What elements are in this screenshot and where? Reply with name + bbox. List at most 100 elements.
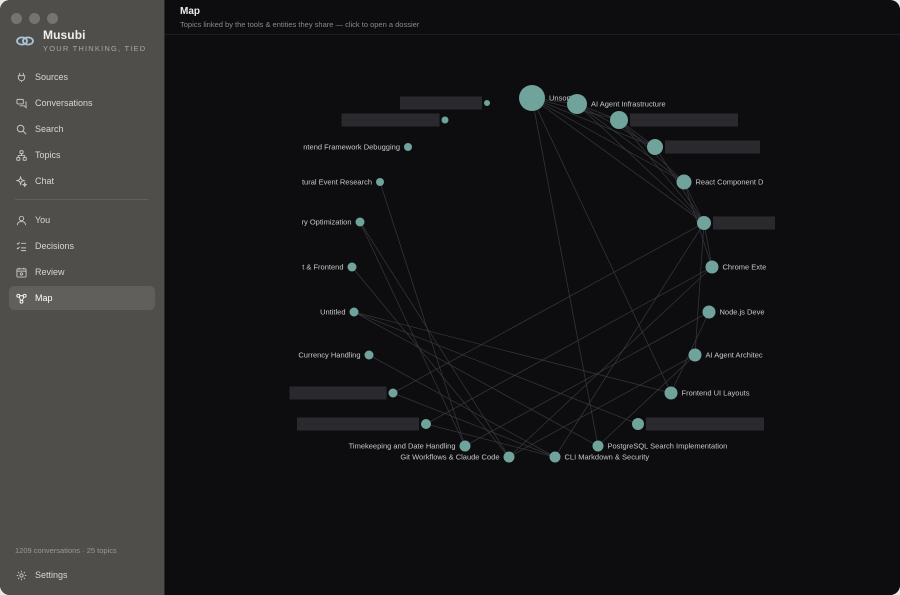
topic-node-dot[interactable] — [610, 111, 628, 129]
topic-node-dot[interactable] — [688, 348, 702, 362]
topic-node-dot[interactable] — [503, 451, 515, 463]
topic-node-r11[interactable] — [632, 417, 764, 431]
page-subtitle: Topics linked by the tools & entities th… — [180, 20, 420, 29]
topic-node-timekeeping[interactable]: Timekeeping and Date Handling — [349, 440, 471, 452]
topic-node-dot[interactable] — [549, 451, 561, 463]
topic-map-nodes: UnsortedAI Agent InfrastructureReact Com… — [289, 85, 775, 463]
topic-node-dot[interactable] — [355, 217, 365, 227]
topic-node-dot[interactable] — [676, 174, 692, 190]
sidebar-divider — [15, 199, 148, 200]
topic-node-dot[interactable] — [421, 419, 431, 429]
sidebar-item-decisions[interactable]: Decisions — [9, 234, 155, 258]
topic-node-postgres-search[interactable]: PostgreSQL Search Implementation — [592, 440, 728, 452]
topic-node-ai-agent-arch[interactable]: AI Agent Architec — [688, 348, 763, 362]
sidebar-item-conversations[interactable]: Conversations — [9, 91, 155, 115]
topic-node-dot[interactable] — [459, 440, 471, 452]
topic-node-cultural-event[interactable]: tural Event Research — [302, 178, 384, 187]
main-content: Map Topics linked by the tools & entitie… — [165, 0, 900, 595]
topic-node-dot[interactable] — [664, 386, 678, 400]
topic-node-ai-agent-infra[interactable]: AI Agent Infrastructure — [567, 94, 666, 114]
page-title: Map — [180, 6, 200, 17]
topic-node-nodejs-dev[interactable]: Node.js Deve — [702, 305, 765, 319]
topic-node-dot[interactable] — [697, 216, 711, 230]
window-controls — [11, 13, 58, 24]
sidebar-item-label: You — [35, 215, 51, 225]
brand: Musubi YOUR THINKING, TIED — [15, 28, 146, 53]
gear-icon — [16, 570, 27, 580]
topic-node-dot[interactable] — [376, 178, 384, 186]
topic-node-label: Timekeeping and Date Handling — [349, 442, 456, 451]
sidebar-item-label: Map — [35, 293, 53, 303]
close-window-button[interactable] — [11, 13, 22, 24]
topic-node-dot[interactable] — [388, 388, 398, 398]
sidebar-item-search[interactable]: Search — [9, 117, 155, 141]
topic-node-r6[interactable] — [697, 216, 775, 230]
topic-edge — [359, 221, 466, 447]
topic-node-react-component[interactable]: React Component D — [676, 174, 765, 190]
sidebar-item-sources[interactable]: Sources — [9, 65, 155, 89]
topic-edge — [694, 222, 705, 356]
topic-node-query-opt[interactable]: ry Optimization — [301, 217, 365, 227]
topic-node-r17[interactable] — [289, 386, 398, 400]
topic-node-label: CLI Markdown & Security — [565, 453, 650, 462]
sidebar-item-label: Sources — [35, 72, 69, 82]
topic-node-dot[interactable] — [484, 100, 490, 106]
sidebar-item-label: Topics — [35, 150, 61, 160]
primary-nav: Sources Conversations Search Topics Chat — [9, 65, 155, 195]
calendar-icon — [16, 267, 27, 278]
graph-icon — [16, 293, 27, 304]
topic-node-currency[interactable]: Currency Handling — [298, 350, 374, 360]
topic-node-chrome-ext[interactable]: Chrome Exte — [705, 260, 767, 274]
sidebar-item-map[interactable]: Map — [9, 286, 155, 310]
sidebar-item-topics[interactable]: Topics — [9, 143, 155, 167]
topic-node-r24[interactable] — [341, 113, 449, 127]
topic-node-r3[interactable] — [610, 111, 738, 129]
topic-node-label: AI Agent Architec — [706, 351, 763, 360]
topic-node-frontend-ui[interactable]: Frontend UI Layouts — [664, 386, 750, 400]
topic-node-r16[interactable] — [297, 417, 431, 431]
sidebar-item-chat[interactable]: Chat — [9, 169, 155, 193]
topic-node-cli-markdown[interactable]: CLI Markdown & Security — [549, 451, 650, 463]
topic-node-r25[interactable] — [400, 96, 490, 110]
topic-edge — [531, 97, 685, 183]
sidebar-item-you[interactable]: You — [9, 208, 155, 232]
maximize-window-button[interactable] — [47, 13, 58, 24]
secondary-nav: You Decisions Review Map — [9, 208, 155, 312]
topic-node-dot[interactable] — [567, 94, 587, 114]
topic-node-dot[interactable] — [702, 305, 716, 319]
topic-node-dot[interactable] — [592, 440, 604, 452]
sidebar-item-review[interactable]: Review — [9, 260, 155, 284]
settings-nav: Settings — [9, 563, 155, 589]
topic-map[interactable]: UnsortedAI Agent InfrastructureReact Com… — [165, 36, 900, 595]
topic-node-label: ry Optimization — [301, 218, 351, 227]
sidebar-item-label: Search — [35, 124, 64, 134]
topic-node-frontend[interactable]: t & Frontend — [302, 262, 357, 272]
minimize-window-button[interactable] — [29, 13, 40, 24]
sidebar-item-label: Conversations — [35, 98, 93, 108]
topic-node-r4[interactable] — [647, 139, 760, 155]
topic-node-dot[interactable] — [441, 116, 449, 124]
topic-node-dot[interactable] — [404, 143, 412, 151]
settings-button[interactable]: Settings — [9, 563, 155, 587]
topic-node-label: Git Workflows & Claude Code — [400, 453, 499, 462]
topic-node-dot[interactable] — [705, 260, 719, 274]
topic-node-label: tural Event Research — [302, 178, 372, 187]
topic-node-git-workflows[interactable]: Git Workflows & Claude Code — [400, 451, 515, 463]
sidebar-item-label: Review — [35, 267, 65, 277]
topic-node-label: Node.js Deve — [720, 308, 765, 317]
chat-bubbles-icon — [16, 98, 27, 109]
topic-node-dot[interactable] — [519, 85, 545, 111]
topic-node-dot[interactable] — [349, 307, 359, 317]
redacted-label — [400, 96, 482, 110]
topic-node-dot[interactable] — [364, 350, 374, 360]
topic-node-frontend-debug[interactable]: ntend Framework Debugging — [303, 143, 412, 152]
redacted-label — [297, 417, 419, 431]
topic-node-dot[interactable] — [347, 262, 357, 272]
app-name: Musubi — [43, 28, 86, 42]
topics-icon — [16, 149, 27, 161]
topic-node-untitled[interactable]: Untitled — [320, 307, 359, 317]
topic-node-dot[interactable] — [647, 139, 663, 155]
topic-node-dot[interactable] — [632, 418, 644, 430]
conversation-topic-count: 1209 conversations · 25 topics — [15, 546, 117, 555]
topic-node-label: ntend Framework Debugging — [303, 143, 400, 152]
